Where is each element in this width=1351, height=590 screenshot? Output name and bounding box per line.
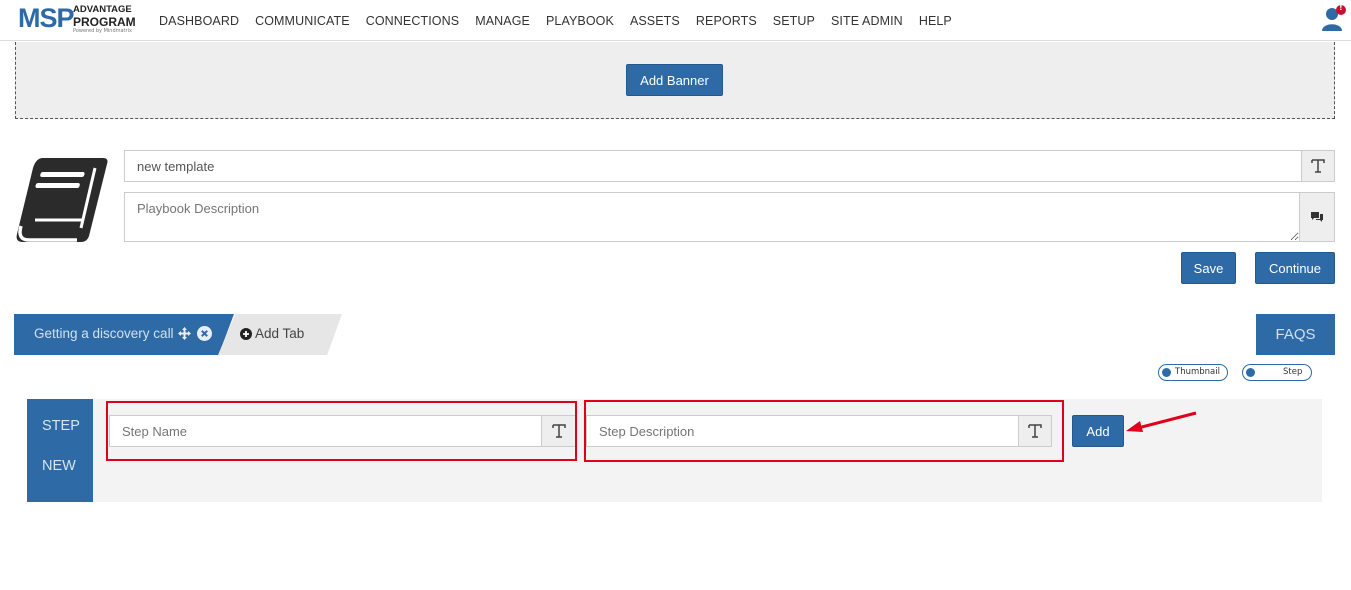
add-banner-button[interactable]: Add Banner [626,64,723,96]
close-tab-icon[interactable] [196,326,212,341]
logo-line1: ADVANTAGE [73,4,132,15]
save-button[interactable]: Save [1181,252,1236,284]
step-side-line2: NEW [42,458,76,474]
active-tab-content: Getting a discovery call [34,326,212,341]
nav-communicate[interactable]: COMMUNICATE [255,14,350,28]
faqs-button[interactable]: FAQS [1256,314,1335,355]
continue-button[interactable]: Continue [1255,252,1335,284]
thumbnail-toggle[interactable]: Thumbnail [1158,364,1228,381]
nav-reports[interactable]: REPORTS [696,14,757,28]
step-label: Step [1283,367,1303,377]
plus-circle-icon [240,327,252,340]
playbook-title-input[interactable] [124,150,1302,182]
nav-setup[interactable]: SETUP [773,14,815,28]
notification-badge: ! [1339,3,1343,12]
tab-label: Getting a discovery call [34,326,174,341]
logo-brand: MSP [18,3,75,33]
msp-advantage-logo[interactable]: MSP ADVANTAGE PROGRAM Powered by Mindmat… [18,3,138,37]
step-side-line1: STEP [42,418,80,434]
add-tab-label: Add Tab [255,326,305,341]
nav-help[interactable]: HELP [919,14,952,28]
top-navbar: MSP ADVANTAGE PROGRAM Powered by Mindmat… [0,0,1351,41]
logo-line2: PROGRAM [73,15,136,29]
add-tab-content: Add Tab [240,326,304,341]
text-format-icon [1311,159,1325,173]
toggle-knob [1246,368,1255,377]
nav-dashboard[interactable]: DASHBOARD [159,14,239,28]
highlight-step-name [106,401,577,461]
main-nav: DASHBOARD COMMUNICATE CONNECTIONS MANAGE… [159,14,952,28]
nav-playbook[interactable]: PLAYBOOK [546,14,614,28]
playbook-book-icon [13,156,109,244]
user-icon [1322,5,1346,31]
playbook-description-input[interactable] [124,192,1300,242]
highlight-step-description [584,400,1064,462]
step-side-label: STEP NEW [27,399,93,502]
add-step-button[interactable]: Add [1072,415,1124,447]
comments-icon [1311,212,1323,222]
toggle-knob [1162,368,1171,377]
nav-assets[interactable]: ASSETS [630,14,680,28]
logo-powered: Powered by Mindmatrix [73,28,132,34]
red-arrow-icon [1126,411,1197,432]
nav-connections[interactable]: CONNECTIONS [366,14,459,28]
nav-site-admin[interactable]: SITE ADMIN [831,14,903,28]
thumbnail-label: Thumbnail [1175,367,1220,377]
move-icon[interactable] [177,327,191,340]
step-toggle[interactable]: Step [1242,364,1312,381]
nav-manage[interactable]: MANAGE [475,14,530,28]
description-comment-button[interactable] [1299,192,1335,242]
user-menu[interactable]: ! [1321,3,1347,32]
title-format-button[interactable] [1301,150,1335,182]
